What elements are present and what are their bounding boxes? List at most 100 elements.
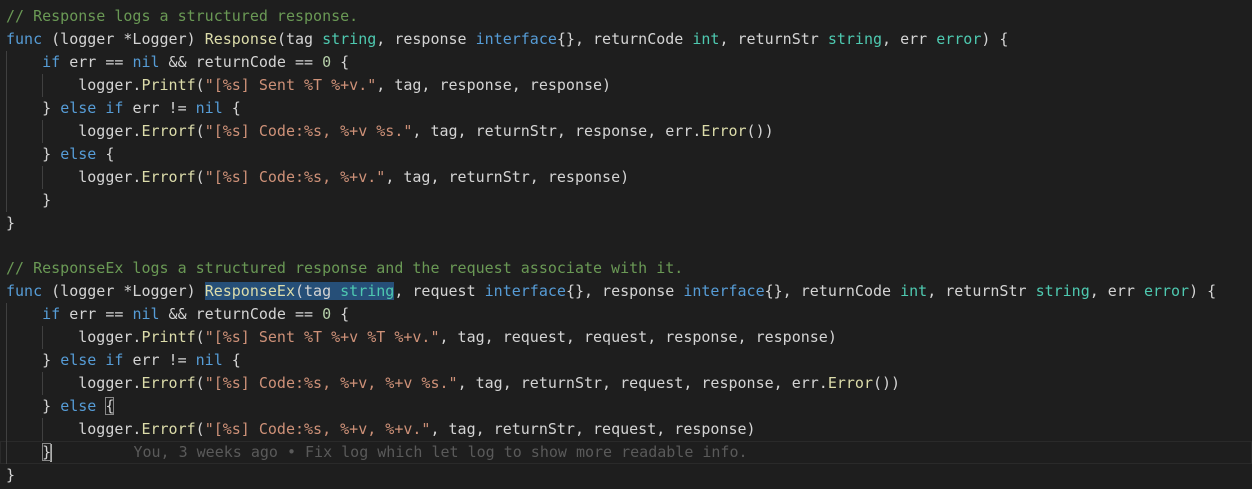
code-text: { <box>222 99 241 117</box>
indent-guide <box>6 326 7 349</box>
code-text: { <box>331 53 350 71</box>
code-line: logger.Errorf("[%s] Code:%s, %+v %s.", t… <box>0 120 1252 143</box>
bracket-match: { <box>105 397 115 415</box>
code-text: && returnCode == <box>159 53 323 71</box>
indent-guide <box>6 372 7 395</box>
code-line: logger.Printf("[%s] Sent %T %+v.", tag, … <box>0 74 1252 97</box>
code-text: , tag, response, response) <box>376 76 612 94</box>
param-text: (tag <box>295 282 341 300</box>
string-literal: "[%s] Code:%s, %+v, %+v." <box>204 420 431 438</box>
keyword: func <box>6 282 43 300</box>
indent-guide <box>6 166 7 189</box>
string-literal: "[%s] Code:%s, %+v, %+v %s." <box>204 374 458 392</box>
keyword: nil <box>132 53 160 71</box>
code-text: ( <box>195 420 205 438</box>
type: error <box>936 30 982 48</box>
current-line[interactable]: } You, 3 weeks ago • Fix log which let l… <box>0 441 1252 464</box>
param-text: , response <box>376 30 476 48</box>
indent-guide <box>6 349 7 372</box>
code-line: // Response logs a structured response. <box>0 5 1252 28</box>
indent-guide <box>6 395 7 418</box>
text-cursor <box>50 443 53 462</box>
type: error <box>1143 282 1190 300</box>
indent-guide <box>42 326 43 349</box>
method-name: Errorf <box>141 420 196 438</box>
receiver: (logger *Logger) <box>51 30 205 48</box>
function-name: Response <box>204 30 277 48</box>
string-literal: "[%s] Code:%s, %+v %s." <box>204 122 413 140</box>
code-text: logger. <box>78 168 142 186</box>
code-text: ( <box>195 168 205 186</box>
code-text: ()) <box>872 374 901 392</box>
param-text: , err <box>882 30 937 48</box>
keyword: if <box>42 53 61 71</box>
keyword: interface <box>683 282 765 300</box>
param-text: , request <box>394 282 485 300</box>
param-text: {}, response <box>565 282 684 300</box>
code-text: ( <box>195 374 205 392</box>
param-text: , err <box>1089 282 1144 300</box>
indent-guide <box>6 97 7 120</box>
indent-guide <box>42 120 43 143</box>
string-literal: "[%s] Sent %T %+v %T %+v." <box>204 328 440 346</box>
keyword: nil <box>195 99 223 117</box>
code-editor[interactable]: // Response logs a structured response. … <box>0 0 1252 489</box>
method-name: Errorf <box>141 374 196 392</box>
code-text: logger. <box>78 328 142 346</box>
code-line: } else ({ <box>0 395 1252 418</box>
code-text: logger. <box>78 122 142 140</box>
code-text: } <box>6 466 16 484</box>
param-text: {}, returnCode <box>556 30 693 48</box>
type: string <box>340 282 395 300</box>
code-line: } <box>0 464 1252 487</box>
type: int <box>900 282 928 300</box>
indent-guide <box>6 189 7 212</box>
code-text: } <box>42 397 61 415</box>
code-text: err != <box>132 99 196 117</box>
keyword: else <box>60 99 97 117</box>
indent-guide <box>42 418 43 441</box>
code-line: } <box>0 212 1252 235</box>
keyword: else <box>60 351 97 369</box>
method-name: Errorf <box>141 168 196 186</box>
code-line: } else if err != nil { <box>0 349 1252 372</box>
keyword: else <box>60 397 97 415</box>
code-text: { <box>331 305 350 323</box>
code-text: { <box>222 351 241 369</box>
code-line: // ResponseEx logs a structured response… <box>0 257 1252 280</box>
code-line: } else { <box>0 143 1252 166</box>
type: string <box>322 30 377 48</box>
code-comment: // ResponseEx logs a structured response… <box>6 259 684 277</box>
keyword: interface <box>475 30 557 48</box>
code-text: ()) <box>746 122 774 140</box>
code-text: , tag, returnStr, response, err. <box>412 122 702 140</box>
keyword: nil <box>132 305 160 323</box>
code-text: { <box>96 145 115 163</box>
indent-guide <box>42 372 43 395</box>
method-name: Error <box>701 122 747 140</box>
code-text: ( <box>195 76 205 94</box>
code-line: if err == nil && returnCode == 0 { <box>0 303 1252 326</box>
code-line: logger.Errorf("[%s] Code:%s, %+v.", tag,… <box>0 166 1252 189</box>
indent-guide <box>6 51 7 74</box>
code-text: logger. <box>78 374 142 392</box>
method-name: Error <box>827 374 873 392</box>
code-line: logger.Errorf("[%s] Code:%s, %+v, %+v %s… <box>0 372 1252 395</box>
code-text: err == <box>69 305 133 323</box>
method-name: Printf <box>141 328 196 346</box>
param-text: , returnStr <box>927 282 1036 300</box>
selection-highlight: ResponseEx(tag string <box>204 282 395 300</box>
code-line: if err == nil && returnCode == 0 { <box>0 51 1252 74</box>
code-text: , tag, returnStr, response) <box>385 168 630 186</box>
indent-guide <box>6 418 7 441</box>
param-text: (tag <box>276 30 323 48</box>
code-line: func (logger *Logger) ResponseEx(tag str… <box>0 280 1252 303</box>
indent-guide <box>6 74 7 97</box>
param-text: {}, returnCode <box>764 282 901 300</box>
receiver: (logger *Logger) <box>51 282 205 300</box>
indent-guide <box>42 74 43 97</box>
method-name: Printf <box>141 76 196 94</box>
code-text: logger. <box>78 420 142 438</box>
code-text: } <box>42 145 61 163</box>
param-text: , returnStr <box>719 30 828 48</box>
